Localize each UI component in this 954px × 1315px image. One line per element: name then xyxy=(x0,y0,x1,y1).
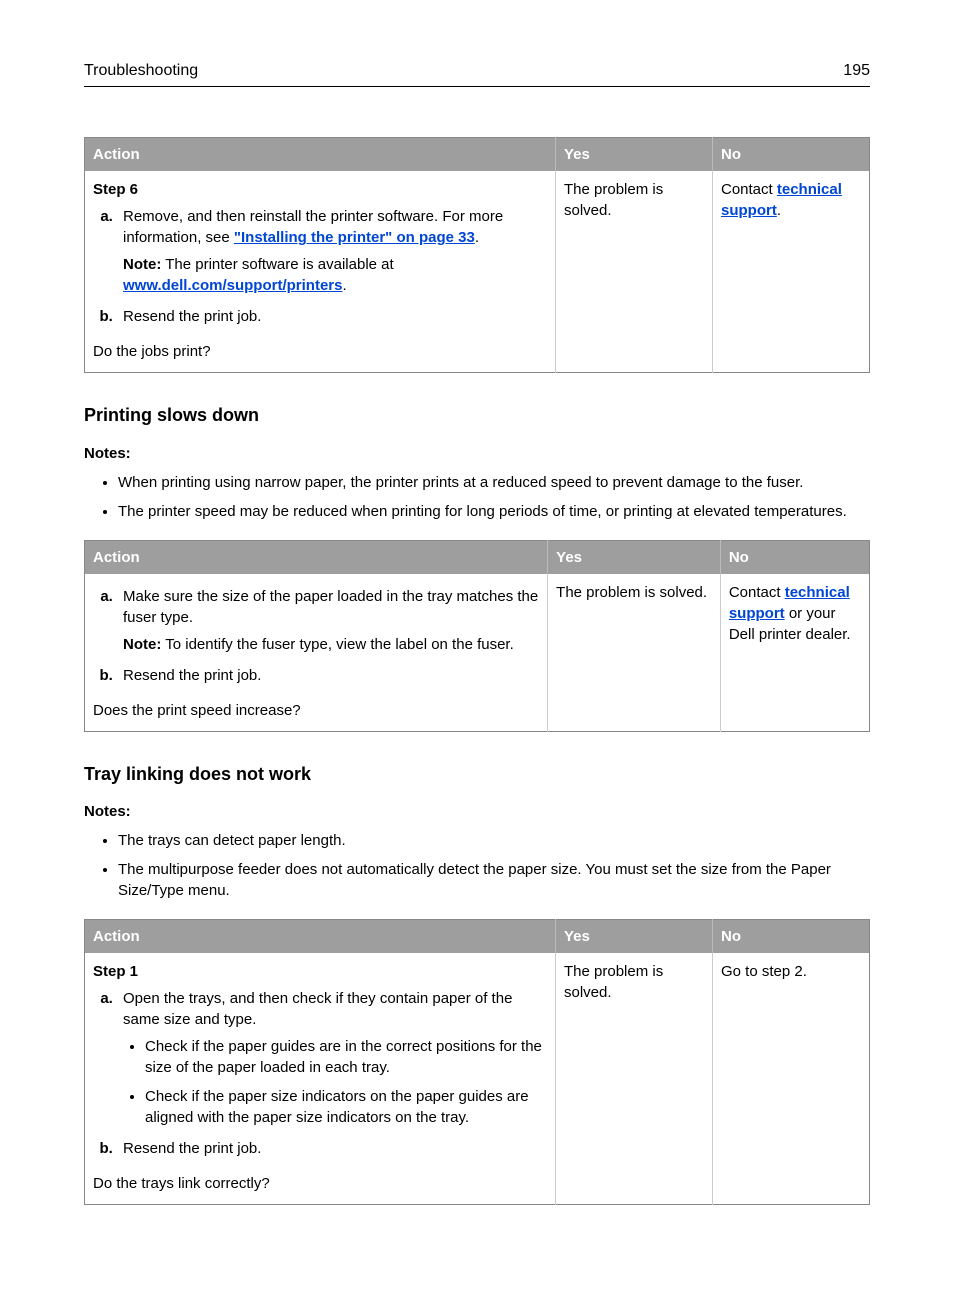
no-end: . xyxy=(777,202,781,219)
bullet-item: Check if the paper size indicators on th… xyxy=(145,1086,547,1128)
note-item: The multipurpose feeder does not automat… xyxy=(118,859,870,901)
step-b: Resend the print job. xyxy=(117,665,539,686)
header-title: Troubleshooting xyxy=(84,60,198,82)
dell-support-link[interactable]: www.dell.com/support/printers xyxy=(123,277,342,294)
step-b: Resend the print job. xyxy=(117,306,547,327)
note-item: The trays can detect paper length. xyxy=(118,830,870,851)
page-number: 195 xyxy=(843,60,870,82)
troubleshoot-table-tray: Action Yes No Step 1 Open the trays, and… xyxy=(84,919,870,1205)
notes-list: The trays can detect paper length. The m… xyxy=(84,830,870,901)
table-row: Step 1 Open the trays, and then check if… xyxy=(85,953,870,1205)
troubleshoot-table-step6: Action Yes No Step 6 Remove, and then re… xyxy=(84,137,870,373)
action-cell: Step 1 Open the trays, and then check if… xyxy=(85,953,556,1205)
col-action: Action xyxy=(85,138,556,172)
yes-cell: The problem is solved. xyxy=(548,574,721,732)
page-header: Troubleshooting 195 xyxy=(84,60,870,87)
notes-label: Notes: xyxy=(84,443,870,464)
step-a: Remove, and then reinstall the printer s… xyxy=(117,206,547,296)
notes-label: Notes: xyxy=(84,801,870,822)
col-yes: Yes xyxy=(556,919,713,953)
step-b: Resend the print job. xyxy=(117,1138,547,1159)
note: Note: The printer software is available … xyxy=(123,254,547,296)
yes-cell: The problem is solved. xyxy=(556,953,713,1205)
section-heading-tray-linking: Tray linking does not work xyxy=(84,762,870,787)
no-cell: Go to step 2. xyxy=(713,953,870,1205)
table-row: Step 6 Remove, and then reinstall the pr… xyxy=(85,171,870,373)
col-yes: Yes xyxy=(556,138,713,172)
no-cell: Contact technical support or your Dell p… xyxy=(720,574,869,732)
step-a-text: Open the trays, and then check if they c… xyxy=(123,990,512,1028)
step-label: Step 1 xyxy=(93,961,547,982)
final-question: Do the trays link correctly? xyxy=(93,1173,547,1194)
col-no: No xyxy=(713,919,870,953)
final-question: Do the jobs print? xyxy=(93,341,547,362)
note-text: To identify the fuser type, view the lab… xyxy=(161,636,513,653)
no-prefix: Contact xyxy=(729,584,785,601)
step-a-end: . xyxy=(475,229,479,246)
step-a-text: Make sure the size of the paper loaded i… xyxy=(123,588,538,626)
table-row: Make sure the size of the paper loaded i… xyxy=(85,574,870,732)
yes-cell: The problem is solved. xyxy=(556,171,713,373)
step-label: Step 6 xyxy=(93,179,547,200)
troubleshoot-table-slows: Action Yes No Make sure the size of the … xyxy=(84,540,870,732)
note-item: When printing using narrow paper, the pr… xyxy=(118,472,870,493)
install-printer-link[interactable]: "Installing the printer" on page 33 xyxy=(234,229,475,246)
note-prefix: Note: xyxy=(123,636,161,653)
notes-list: When printing using narrow paper, the pr… xyxy=(84,472,870,522)
action-cell: Make sure the size of the paper loaded i… xyxy=(85,574,548,732)
step-a: Make sure the size of the paper loaded i… xyxy=(117,586,539,655)
note: Note: To identify the fuser type, view t… xyxy=(123,634,539,655)
col-no: No xyxy=(720,540,869,574)
action-cell: Step 6 Remove, and then reinstall the pr… xyxy=(85,171,556,373)
col-no: No xyxy=(713,138,870,172)
col-yes: Yes xyxy=(548,540,721,574)
note-item: The printer speed may be reduced when pr… xyxy=(118,501,870,522)
no-cell: Contact technical support. xyxy=(713,171,870,373)
note-text: The printer software is available at xyxy=(161,256,393,273)
no-prefix: Contact xyxy=(721,181,777,198)
note-prefix: Note: xyxy=(123,256,161,273)
final-question: Does the print speed increase? xyxy=(93,700,539,721)
col-action: Action xyxy=(85,919,556,953)
section-heading-printing-slows: Printing slows down xyxy=(84,403,870,428)
step-a: Open the trays, and then check if they c… xyxy=(117,988,547,1128)
bullet-item: Check if the paper guides are in the cor… xyxy=(145,1036,547,1078)
note-end: . xyxy=(342,277,346,294)
col-action: Action xyxy=(85,540,548,574)
